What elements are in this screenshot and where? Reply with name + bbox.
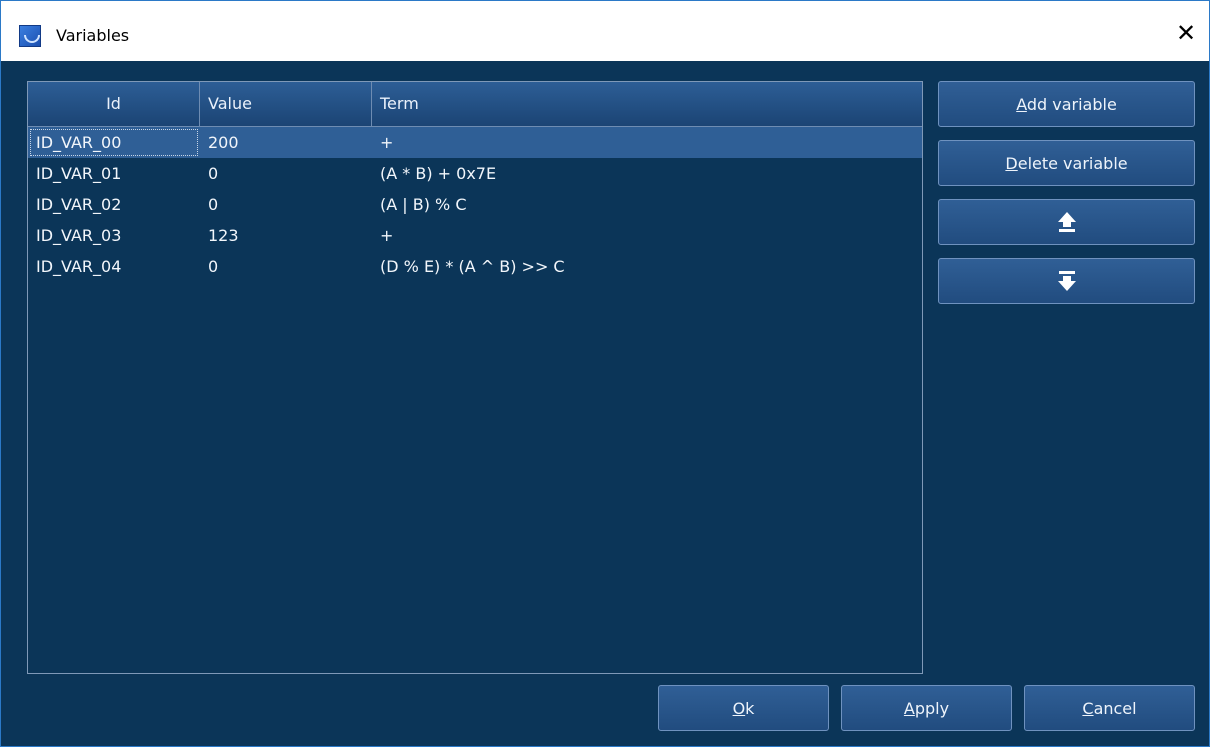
- move-to-top-icon: [1057, 212, 1076, 232]
- cell-id[interactable]: ID_VAR_02: [28, 189, 200, 220]
- close-button[interactable]: ✕: [1163, 13, 1209, 53]
- cell-term[interactable]: (D % E) * (A ^ B) >> C: [372, 251, 922, 282]
- app-icon: [19, 25, 41, 47]
- table-row[interactable]: ID_VAR_01 0 (A * B) + 0x7E: [28, 158, 922, 189]
- cell-value[interactable]: 0: [200, 158, 372, 189]
- cell-value[interactable]: 0: [200, 251, 372, 282]
- table-row[interactable]: ID_VAR_02 0 (A | B) % C: [28, 189, 922, 220]
- delete-variable-label: Delete variable: [1005, 153, 1128, 173]
- cell-id[interactable]: ID_VAR_04: [28, 251, 200, 282]
- apply-label: Apply: [903, 698, 950, 718]
- variables-dialog: Variables ✕ Id Value Term ID_VAR_00 200 …: [0, 0, 1210, 747]
- cell-id[interactable]: ID_VAR_03: [28, 220, 200, 251]
- table-row[interactable]: ID_VAR_04 0 (D % E) * (A ^ B) >> C: [28, 251, 922, 282]
- table-row[interactable]: ID_VAR_03 123 +: [28, 220, 922, 251]
- dialog-body: Id Value Term ID_VAR_00 200 + ID_VAR_01 …: [1, 61, 1209, 746]
- delete-variable-button[interactable]: Delete variable: [938, 140, 1195, 186]
- ok-label: Ok: [732, 698, 755, 718]
- cell-term[interactable]: +: [372, 127, 922, 158]
- variables-table: Id Value Term ID_VAR_00 200 + ID_VAR_01 …: [27, 81, 923, 674]
- close-icon: ✕: [1175, 19, 1197, 47]
- column-header-id[interactable]: Id: [28, 82, 200, 126]
- move-to-bottom-icon: [1057, 271, 1076, 291]
- cancel-button[interactable]: Cancel: [1024, 685, 1195, 731]
- ok-button[interactable]: Ok: [658, 685, 829, 731]
- title-bar: Variables ✕: [1, 1, 1209, 61]
- column-header-term[interactable]: Term: [372, 82, 922, 126]
- cell-id[interactable]: ID_VAR_00: [28, 127, 200, 158]
- cell-id[interactable]: ID_VAR_01: [28, 158, 200, 189]
- cell-term[interactable]: +: [372, 220, 922, 251]
- cell-value[interactable]: 0: [200, 189, 372, 220]
- add-variable-button[interactable]: Add variable: [938, 81, 1195, 127]
- column-header-value[interactable]: Value: [200, 82, 372, 126]
- cell-term[interactable]: (A * B) + 0x7E: [372, 158, 922, 189]
- cell-value[interactable]: 200: [200, 127, 372, 158]
- cell-value[interactable]: 123: [200, 220, 372, 251]
- apply-button[interactable]: Apply: [841, 685, 1012, 731]
- cell-term[interactable]: (A | B) % C: [372, 189, 922, 220]
- move-up-button[interactable]: [938, 199, 1195, 245]
- table-row[interactable]: ID_VAR_00 200 +: [28, 127, 922, 158]
- move-down-button[interactable]: [938, 258, 1195, 304]
- window-title: Variables: [56, 26, 130, 45]
- add-variable-label: Add variable: [1016, 94, 1117, 114]
- cancel-label: Cancel: [1082, 698, 1137, 718]
- table-header: Id Value Term: [28, 82, 922, 127]
